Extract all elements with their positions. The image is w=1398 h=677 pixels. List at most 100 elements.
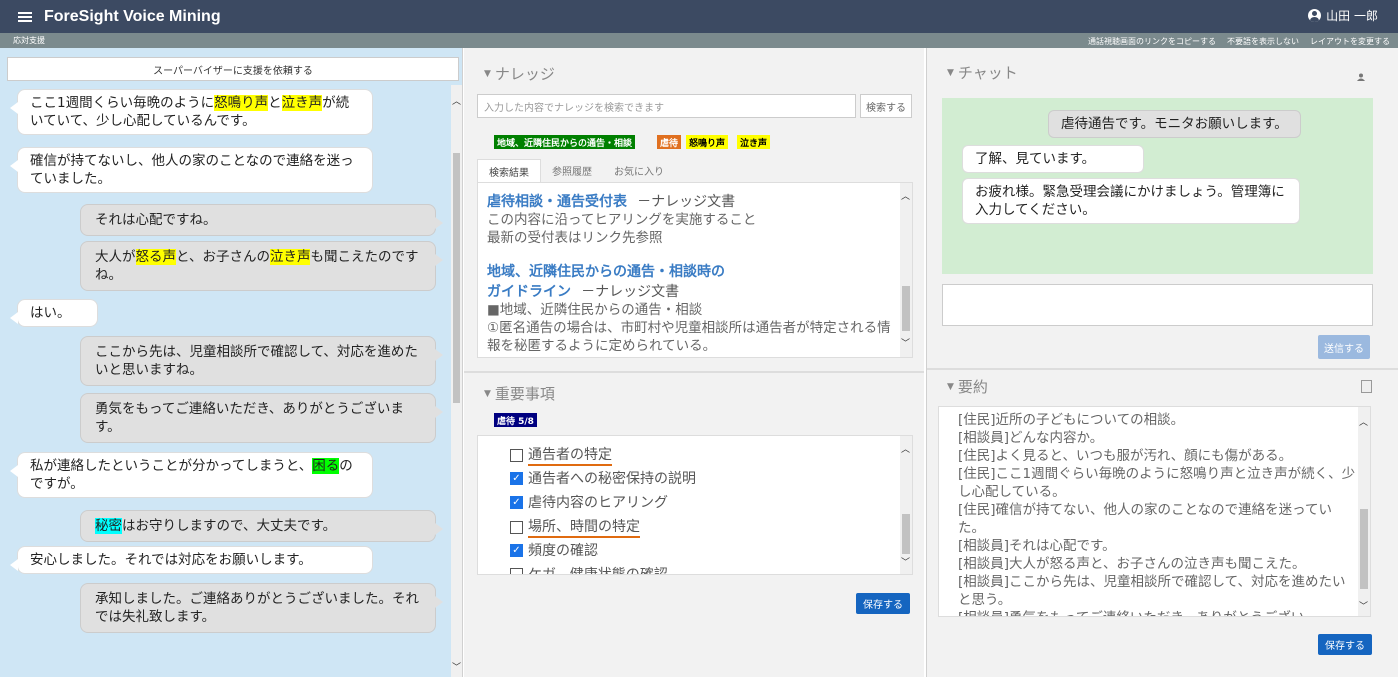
knowledge-search-input[interactable]: 入力した内容でナレッジを検索できます <box>477 94 856 118</box>
summary-line: [相談員]どんな内容か。 <box>958 430 1104 446</box>
message-text: ここから先は、児童相談所で確認して、対応を進めたいと思いますね。 <box>95 344 418 378</box>
hamburger-menu-icon[interactable] <box>18 11 32 22</box>
user-name: 山田 一郎 <box>1326 9 1378 23</box>
summary-line: [相談員]大人が怒る声と、お子さんの泣き声も聞こえた。 <box>958 556 1306 572</box>
keyword-tag[interactable]: 怒鳴り声 <box>686 135 729 149</box>
knowledge-result-item[interactable]: 虐待相談・通告受付表 －ナレッジ文書 この内容に沿ってヒアリングを実施すること … <box>487 191 897 247</box>
collapse-triangle-icon[interactable]: ▼ <box>484 69 491 79</box>
scroll-up-icon[interactable]: ︿ <box>452 94 461 107</box>
result-type: －ナレッジ文書 <box>637 194 736 210</box>
copy-link-button[interactable]: 通話視聴画面のリンクをコピーする <box>1088 36 1216 47</box>
tab-search-results[interactable]: 検索結果 <box>477 159 541 183</box>
chat-section-title[interactable]: ▼ チャット <box>947 62 1018 83</box>
highlighted-keyword: 怒る声 <box>135 249 176 265</box>
checklist-item[interactable]: ✓ 虐待内容のヒアリング <box>510 492 668 512</box>
collapse-triangle-icon[interactable]: ▼ <box>484 389 491 399</box>
section-label: 応対支援 <box>13 36 45 45</box>
message-text: はい。 <box>30 305 71 321</box>
checked-checkbox-icon[interactable]: ✓ <box>510 495 523 509</box>
summary-line: [相談員]勇気をもってご連絡いただき、ありがとうござい <box>958 609 1358 616</box>
highlighted-keyword: 泣き声 <box>281 95 323 111</box>
unchecked-checkbox-icon[interactable] <box>510 520 523 534</box>
hide-filler-words-button[interactable]: 不要語を表示しない <box>1227 36 1299 47</box>
message-text: 安心しました。それでは対応をお願いします。 <box>30 552 312 568</box>
scroll-up-icon[interactable]: ︿ <box>901 442 910 455</box>
scroll-down-icon[interactable]: ﹀ <box>901 336 910 349</box>
checklist-item[interactable]: ✓ 通告者への秘密保持の説明 <box>510 468 696 488</box>
knowledge-result-item[interactable]: 地域、近隣住民からの通告・相談時の ガイドライン －ナレッジ文書 ■地域、近隣住… <box>487 261 897 355</box>
checked-checkbox-icon[interactable]: ✓ <box>510 471 523 485</box>
customer-message: 確信が持てないし、他人の家のことなので連絡を迷っていました。 <box>10 147 373 193</box>
keyword-tag[interactable]: 虐待 <box>657 135 682 149</box>
important-section-title[interactable]: ▼ 重要事項 <box>484 383 555 404</box>
scroll-thumb[interactable] <box>902 514 910 554</box>
checklist-item-label: 虐待内容のヒアリング <box>528 495 668 511</box>
checked-checkbox-icon[interactable]: ✓ <box>510 543 523 557</box>
scroll-down-icon[interactable]: ﹀ <box>901 555 910 568</box>
customer-message: 安心しました。それでは対応をお願いします。 <box>10 546 373 574</box>
transcript-area: ここ1週間くらい毎晩のように怒鳴り声と泣き声が続いていて、少し心配しているんです… <box>0 85 452 677</box>
knowledge-search-button[interactable]: 検索する <box>860 94 912 118</box>
collapse-triangle-icon[interactable]: ▼ <box>947 382 954 392</box>
keyword-tag[interactable]: 地域、近隣住民からの通告・相談 <box>494 135 636 149</box>
sub-bar: 応対支援 通話視聴画面のリンクをコピーする 不要語を表示しない レイアウトを変更… <box>0 33 1398 48</box>
scroll-thumb[interactable] <box>1360 509 1368 589</box>
agent-message: 承知しました。ご連絡ありがとうございました。それでは失礼致します。 <box>80 583 443 633</box>
unchecked-checkbox-icon[interactable] <box>510 448 523 462</box>
highlighted-keyword: 秘密 <box>95 518 122 534</box>
knowledge-tabs: 検索結果 参照履歴 お気に入り <box>477 159 675 183</box>
summary-save-button[interactable]: 保存する <box>1318 634 1372 655</box>
highlighted-keyword: 泣き声 <box>269 249 311 265</box>
summary-line: [相談員]ここから先は、児童相談所で確認して、対応を進めたいと思う。 <box>958 574 1346 608</box>
scroll-up-icon[interactable]: ︿ <box>901 189 910 202</box>
checklist-item[interactable]: ✓ 頻度の確認 <box>510 540 598 560</box>
summary-scrollbar[interactable]: ︿ ﹀ <box>1358 407 1370 616</box>
result-title-cont[interactable]: ガイドライン <box>487 284 571 300</box>
checklist-item[interactable]: 通告者の特定 <box>510 444 612 466</box>
tab-history[interactable]: 参照履歴 <box>541 159 603 183</box>
collapse-triangle-icon[interactable]: ▼ <box>947 68 954 78</box>
highlighted-keyword: 怒鳴り声 <box>214 95 269 111</box>
scroll-thumb[interactable] <box>902 286 910 331</box>
message-text: と、お子さんの <box>176 249 270 265</box>
chat-send-button[interactable]: 送信する <box>1318 335 1370 359</box>
result-body: この内容に沿ってヒアリングを実施すること 最新の受付表はリンク先参照 <box>487 212 757 246</box>
chat-message-supervisor: お疲れ様。緊急受理会議にかけましょう。管理簿に入力してください。 <box>962 178 1300 224</box>
customer-message: ここ1週間くらい毎晩のように怒鳴り声と泣き声が続いていて、少し心配しているんです… <box>10 89 373 135</box>
message-text: それは心配ですね。 <box>95 212 217 228</box>
unchecked-checkbox-icon[interactable] <box>510 567 523 574</box>
chat-message-operator: 虐待通告です。モニタお願いします。 <box>1048 110 1301 138</box>
checklist-save-button[interactable]: 保存する <box>856 593 910 614</box>
customer-message: 私が連絡したということが分かってしまうと、困るのですが。 <box>10 452 373 498</box>
user-menu[interactable]: 山田 一郎 <box>1308 7 1378 24</box>
knowledge-section-title[interactable]: ▼ ナレッジ <box>484 63 555 84</box>
agent-message: 秘密はお守りしますので、大丈夫です。 <box>80 510 443 542</box>
tab-favorites[interactable]: お気に入り <box>603 159 675 183</box>
chat-summary-panel: ▼ チャット 虐待通告です。モニタお願いします。 了解、見ています。 お疲れ様。… <box>926 48 1398 677</box>
result-title[interactable]: 虐待相談・通告受付表 <box>487 194 627 210</box>
checklist-item-label: 場所、時間の特定 <box>528 516 640 538</box>
chat-input[interactable] <box>942 284 1373 326</box>
checklist-item-label: 頻度の確認 <box>528 543 598 559</box>
transcript-scrollbar[interactable]: ︿ ﹀ <box>451 85 462 677</box>
summary-section-title[interactable]: ▼ 要約 <box>947 376 988 397</box>
scroll-down-icon[interactable]: ﹀ <box>1359 599 1368 612</box>
checklist-scrollbar[interactable]: ︿ ﹀ <box>900 436 912 574</box>
result-title[interactable]: 地域、近隣住民からの通告・相談時の <box>487 261 897 281</box>
change-layout-button[interactable]: レイアウトを変更する <box>1310 36 1390 47</box>
participant-icon[interactable] <box>1357 73 1365 81</box>
app-title: ForeSight Voice Mining <box>44 7 221 25</box>
checklist-item[interactable]: ケガ、健康状態の確認 <box>510 564 668 574</box>
request-supervisor-button[interactable]: スーパーバイザーに支援を依頼する <box>7 57 459 81</box>
agent-message: 大人が怒る声と、お子さんの泣き声も聞こえたのですね。 <box>80 241 443 291</box>
keyword-tag[interactable]: 泣き声 <box>737 135 771 149</box>
result-type: －ナレッジ文書 <box>581 284 680 300</box>
result-body: ■地域、近隣住民からの通告・相談 ①匿名通告の場合は、市町村や児童相談所は通告者… <box>487 302 891 354</box>
scroll-up-icon[interactable]: ︿ <box>1359 415 1368 428</box>
summary-line: [住民]ここ1週間ぐらい毎晩のように怒鳴り声と泣き声が続く、少し心配している。 <box>958 466 1356 500</box>
scroll-thumb[interactable] <box>453 153 460 403</box>
checklist-item[interactable]: 場所、時間の特定 <box>510 516 640 538</box>
knowledge-scrollbar[interactable]: ︿ ﹀ <box>900 183 912 357</box>
scroll-down-icon[interactable]: ﹀ <box>452 660 461 673</box>
copy-icon[interactable] <box>1361 380 1372 393</box>
